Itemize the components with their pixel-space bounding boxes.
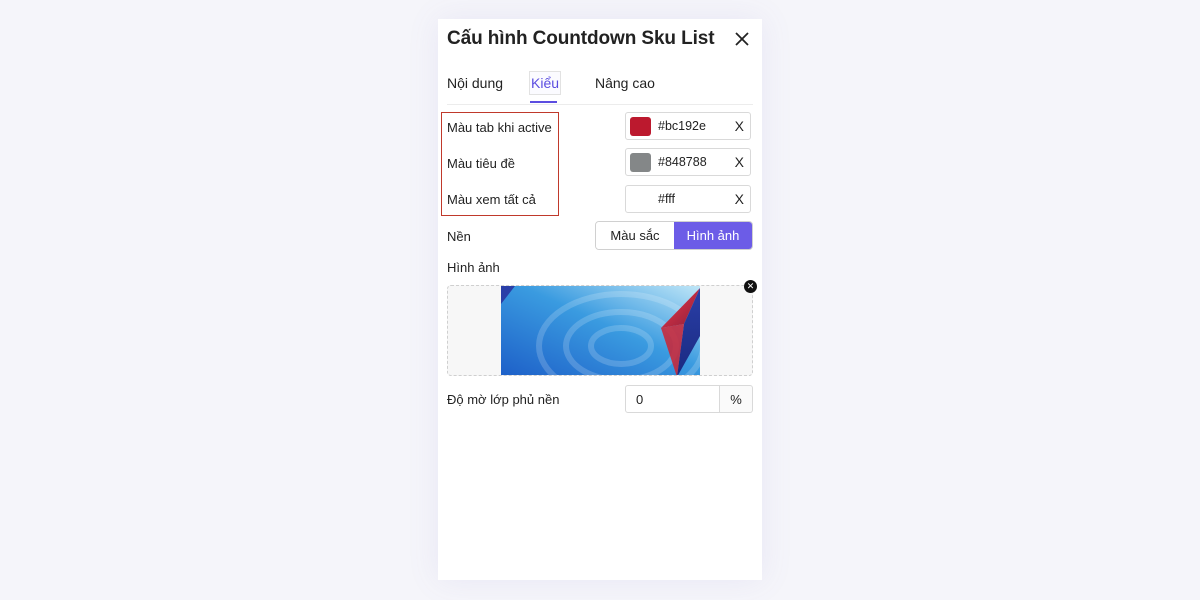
background-label: Nền [447, 229, 471, 244]
close-icon[interactable]: ✕ [747, 281, 755, 291]
background-image-option[interactable]: Hình ảnh [674, 222, 752, 249]
background-image-preview [501, 286, 700, 375]
color-swatch[interactable] [630, 153, 651, 172]
image-label: Hình ảnh [447, 260, 500, 275]
close-icon[interactable] [732, 29, 752, 49]
color-swatch[interactable] [630, 190, 651, 209]
dialog-title: Cấu hình Countdown Sku List [447, 28, 715, 49]
title-color-label: Màu tiêu đề [447, 156, 515, 171]
tab-content[interactable]: Nội dung [447, 75, 503, 91]
percent-suffix: % [720, 385, 753, 413]
clear-color-button[interactable]: X [735, 191, 744, 207]
color-value[interactable]: #bc192e [658, 119, 706, 133]
active-tab-indicator [530, 101, 557, 103]
config-dialog: Cấu hình Countdown Sku List Nội dung Kiể… [438, 19, 762, 580]
tab-bar: Nội dung Kiểu Nâng cao [447, 71, 753, 105]
image-upload-area[interactable] [447, 285, 753, 376]
color-value[interactable]: #848788 [658, 155, 707, 169]
tab-advanced[interactable]: Nâng cao [595, 75, 655, 91]
close-button[interactable] [732, 29, 752, 49]
active-tab-color-label: Màu tab khi active [447, 120, 552, 135]
clear-color-button[interactable]: X [735, 154, 744, 170]
active-tab-color-field[interactable]: #bc192e X [625, 112, 751, 140]
background-color-option[interactable]: Màu sắc [596, 222, 674, 249]
overlay-opacity-label: Độ mờ lớp phủ nền [447, 392, 560, 407]
overlay-opacity-input[interactable] [625, 385, 720, 413]
title-color-field[interactable]: #848788 X [625, 148, 751, 176]
color-value[interactable]: #fff [658, 192, 675, 206]
tab-style[interactable]: Kiểu [529, 71, 562, 95]
background-type-toggle: Màu sắc Hình ảnh [595, 221, 753, 250]
view-all-color-label: Màu xem tất cả [447, 192, 536, 207]
clear-color-button[interactable]: X [735, 118, 744, 134]
color-swatch[interactable] [630, 117, 651, 136]
view-all-color-field[interactable]: #fff X [625, 185, 751, 213]
remove-image-button[interactable]: ✕ [744, 280, 757, 293]
